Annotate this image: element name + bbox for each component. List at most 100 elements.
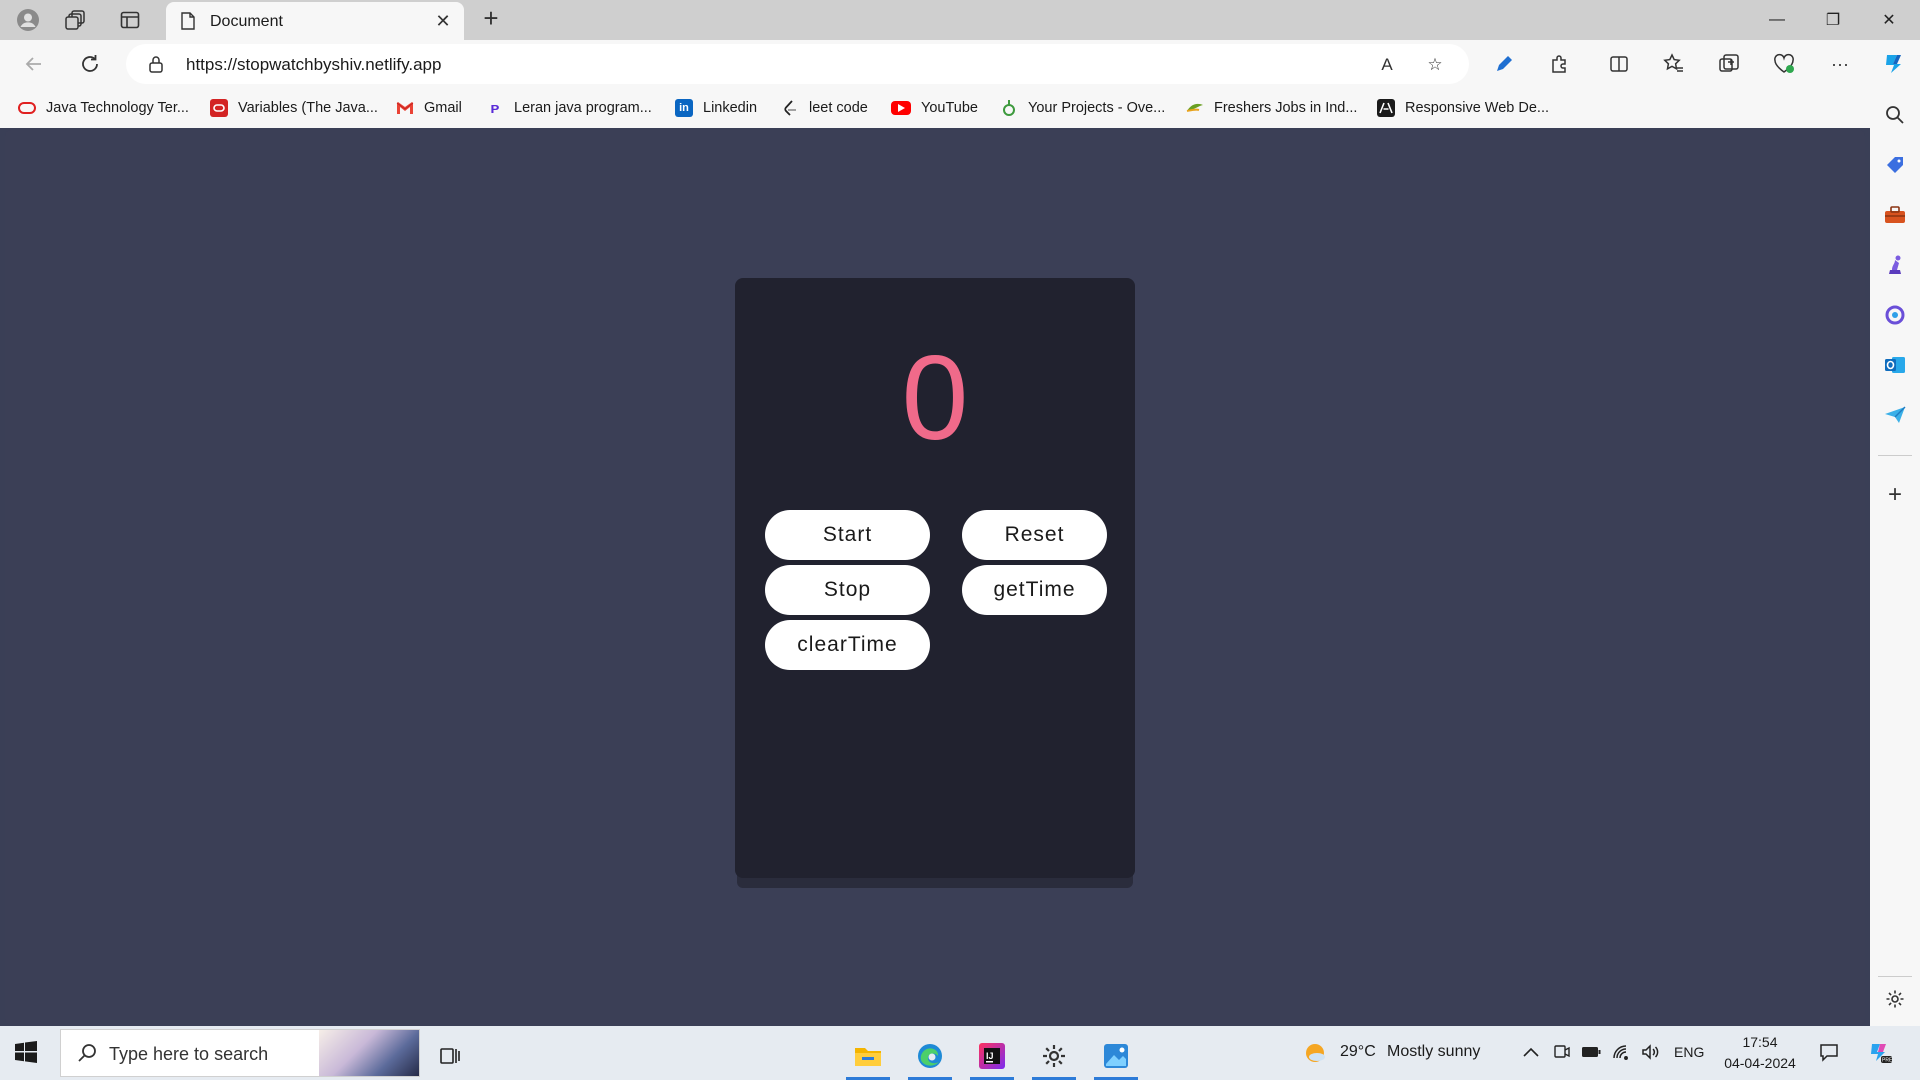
bookmarks-bar: Java Technology Ter... Variables (The Ja… [0, 88, 1880, 128]
windows-start-icon[interactable] [14, 1040, 40, 1066]
freshers-icon [1186, 99, 1204, 117]
chess-icon[interactable] [1882, 252, 1908, 278]
stop-button[interactable]: Stop [765, 565, 930, 615]
intellij-icon[interactable]: IJ [966, 1032, 1018, 1080]
bookmark-youtube[interactable]: YouTube [891, 97, 978, 119]
photos-icon[interactable] [1090, 1032, 1142, 1080]
bookmark-label: Java Technology Ter... [46, 100, 189, 116]
system-clock[interactable]: 17:54 04-04-2024 [1712, 1032, 1808, 1074]
tab-title: Document [210, 13, 283, 30]
new-tab-button[interactable]: + [478, 5, 504, 32]
sidebar-divider [1878, 455, 1912, 456]
pen-extension-icon[interactable] [1490, 50, 1518, 78]
document-icon [180, 12, 196, 35]
restore-button[interactable]: ❐ [1810, 4, 1856, 36]
svg-text:PRE: PRE [1882, 1058, 1893, 1064]
notifications-icon[interactable] [1818, 1041, 1840, 1063]
settings-icon[interactable] [1028, 1032, 1080, 1080]
bookmark-gmail[interactable]: Gmail [396, 97, 462, 119]
outlook-icon[interactable] [1882, 352, 1908, 378]
edge-sidebar: + [1870, 88, 1920, 1026]
browser-title-bar: Document ✕ + — ❐ ✕ [0, 0, 1920, 40]
stopwatch-display: 0 [901, 331, 969, 465]
clock-time: 17:54 [1742, 1034, 1778, 1050]
split-screen-icon[interactable] [1605, 50, 1633, 78]
search-placeholder: Type here to search [109, 1044, 269, 1064]
chevron-up-icon[interactable] [1520, 1041, 1542, 1063]
close-window-button[interactable]: ✕ [1866, 4, 1912, 36]
task-view-icon[interactable] [424, 1032, 476, 1080]
webdev-icon [1377, 99, 1395, 117]
meet-now-icon[interactable] [1551, 1041, 1573, 1063]
leetcode-icon [781, 99, 799, 117]
copilot-icon[interactable] [1882, 302, 1908, 328]
stopwatch-card: 0 Start Reset Stop getTime clearTime [735, 278, 1135, 878]
weather-condition[interactable]: Mostly sunny [1387, 1043, 1480, 1061]
edge-icon[interactable] [904, 1032, 956, 1080]
weather-sun-icon[interactable] [1302, 1040, 1328, 1066]
sidebar-settings-icon[interactable] [1882, 986, 1908, 1012]
taskbar-search-box[interactable]: Type here to search [60, 1029, 420, 1077]
favorites-icon[interactable] [1660, 50, 1688, 78]
browser-toolbar: https://stopwatchbyshiv.netlify.app A ☆ … [0, 40, 1920, 88]
favorite-star-icon[interactable]: ☆ [1424, 54, 1446, 76]
p-icon: ᴘ [490, 99, 500, 117]
reset-button[interactable]: Reset [962, 510, 1107, 560]
copilot-icon[interactable] [1880, 50, 1908, 78]
bookmark-label: Gmail [424, 100, 462, 116]
gettime-button[interactable]: getTime [962, 565, 1107, 615]
more-options-icon[interactable]: ··· [1826, 50, 1854, 78]
bookmark-leran-java[interactable]: ᴘ Leran java program... [486, 97, 652, 119]
send-icon[interactable] [1882, 402, 1908, 428]
search-highlight-image [319, 1030, 419, 1076]
bookmark-label: leet code [809, 100, 868, 116]
add-sidebar-app-icon[interactable]: + [1882, 481, 1908, 508]
input-language[interactable]: ENG [1674, 1044, 1704, 1060]
close-tab-icon[interactable]: ✕ [432, 10, 454, 32]
bookmark-linkedin[interactable]: in Linkedin [675, 97, 757, 119]
bookmark-your-projects[interactable]: Your Projects - Ove... [1000, 97, 1165, 119]
tag-icon[interactable] [1882, 152, 1908, 178]
bookmark-label: YouTube [921, 100, 978, 116]
weather-temperature[interactable]: 29°C [1340, 1043, 1376, 1061]
bookmark-variables[interactable]: Variables (The Java... [210, 97, 378, 119]
minimize-button[interactable]: — [1754, 4, 1800, 36]
workspaces-icon[interactable] [64, 8, 88, 32]
toolbox-icon[interactable] [1882, 202, 1908, 228]
start-button[interactable]: Start [765, 510, 930, 560]
search-icon[interactable] [1882, 102, 1908, 128]
bookmark-leetcode[interactable]: leet code [781, 97, 868, 119]
battery-icon[interactable] [1580, 1041, 1602, 1063]
vertical-tabs-icon[interactable] [118, 8, 142, 32]
cleartime-button[interactable]: clearTime [765, 620, 930, 670]
url-text[interactable]: https://stopwatchbyshiv.netlify.app [186, 55, 441, 75]
collections-icon[interactable] [1715, 50, 1743, 78]
file-explorer-icon[interactable] [842, 1032, 894, 1080]
oracle-square-icon [210, 99, 228, 117]
copilot-preview-icon[interactable]: PRE [1866, 1038, 1894, 1066]
back-icon[interactable] [20, 50, 48, 78]
youtube-icon [891, 101, 911, 115]
web-page-content: 0 Start Reset Stop getTime clearTime [5, 130, 1865, 1025]
tab-document[interactable]: Document ✕ [166, 2, 464, 40]
read-aloud-icon[interactable]: A [1376, 54, 1398, 76]
volume-icon[interactable] [1640, 1041, 1662, 1063]
bookmark-label: Your Projects - Ove... [1028, 100, 1166, 116]
refresh-icon[interactable] [76, 50, 104, 78]
sidebar-divider [1878, 976, 1912, 977]
bookmark-java-technology[interactable]: Java Technology Ter... [18, 97, 189, 119]
browser-essentials-icon[interactable] [1770, 50, 1798, 78]
bookmark-label: Leran java program... [514, 100, 652, 116]
wifi-icon[interactable] [1611, 1041, 1633, 1063]
bookmark-freshers-jobs[interactable]: Freshers Jobs in Ind... [1186, 97, 1357, 119]
bookmark-label: Freshers Jobs in Ind... [1214, 100, 1358, 116]
lock-icon[interactable] [148, 55, 164, 78]
bookmark-responsive-web[interactable]: Responsive Web De... [1377, 97, 1549, 119]
clock-date: 04-04-2024 [1724, 1055, 1796, 1071]
profile-icon[interactable] [16, 8, 40, 32]
address-bar[interactable]: https://stopwatchbyshiv.netlify.app A ☆ [126, 44, 1469, 84]
extensions-icon[interactable] [1545, 50, 1573, 78]
bookmark-label: Variables (The Java... [238, 100, 378, 116]
search-icon [77, 1043, 97, 1068]
linkedin-icon: in [675, 99, 693, 117]
